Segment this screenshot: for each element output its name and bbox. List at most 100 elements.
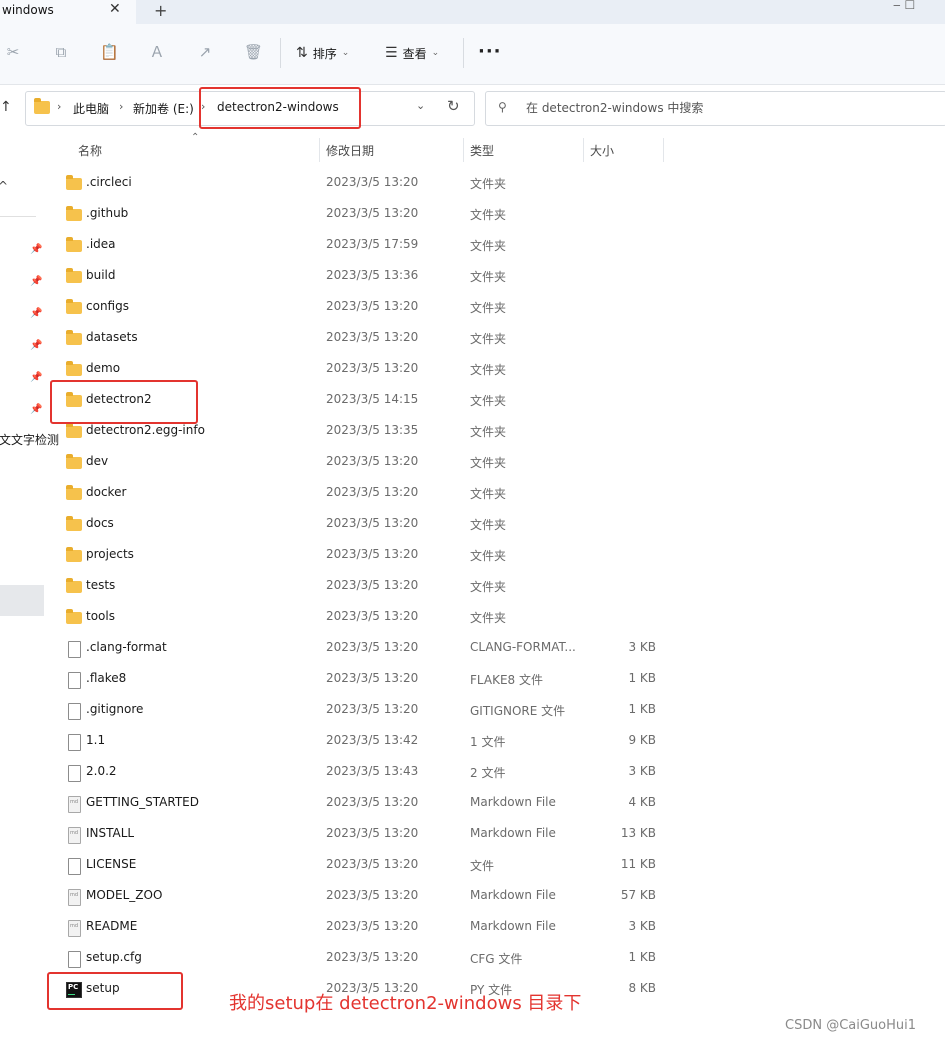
file-row[interactable]: projects 2023/3/5 13:20 文件夹 [46, 540, 945, 571]
collapse-caret-icon[interactable]: ^ [0, 179, 8, 193]
file-row[interactable]: 1.1 2023/3/5 13:42 1 文件 9 KB [46, 726, 945, 757]
file-row[interactable]: LICENSE 2023/3/5 13:20 文件 11 KB [46, 850, 945, 881]
up-arrow-icon[interactable]: ↑ [0, 99, 12, 115]
column-header-name[interactable]: 名称 [78, 142, 102, 159]
breadcrumb-current-folder[interactable]: detectron2-windows [217, 100, 339, 114]
file-type: Markdown File [470, 919, 556, 933]
folder-icon [66, 268, 82, 283]
file-row[interactable]: MODEL_ZOO 2023/3/5 13:20 Markdown File 57 K… [46, 881, 945, 912]
folder-icon [66, 423, 82, 438]
nav-item-selected[interactable] [0, 585, 44, 616]
file-row[interactable]: GETTING_STARTED 2023/3/5 13:20 Markdown Fi… [46, 788, 945, 819]
window-controls[interactable]: ‒ ☐ [893, 0, 915, 12]
file-size: 11 KB [620, 857, 656, 871]
file-row[interactable]: demo 2023/3/5 13:20 文件夹 [46, 354, 945, 385]
chevron-right-icon[interactable]: › [201, 100, 205, 113]
folder-icon [66, 206, 82, 221]
file-type: 文件夹 [470, 239, 507, 253]
navigation-pane: ^ 📌 📌 📌 📌 📌 📌 文文字检测 [0, 126, 59, 1041]
cut-icon[interactable]: ✂ [4, 43, 22, 61]
file-row[interactable]: .gitignore 2023/3/5 13:20 GITIGNORE 文件 1 KB [46, 695, 945, 726]
file-row[interactable]: INSTALL 2023/3/5 13:20 Markdown File 13 KB [46, 819, 945, 850]
sort-caret-icon: ⌃ [191, 132, 200, 143]
file-name: .gitignore [86, 702, 144, 716]
file-date: 2023/3/5 17:59 [326, 237, 419, 251]
search-input[interactable] [526, 98, 926, 118]
share-icon[interactable]: ↗ [196, 43, 214, 61]
breadcrumb-this-pc[interactable]: 此电脑 [73, 100, 109, 117]
file-date: 2023/3/5 13:20 [326, 609, 419, 623]
file-name: detectron2 [86, 392, 152, 406]
copy-icon[interactable]: ⧉ [52, 43, 70, 61]
file-type: 文件夹 [470, 549, 507, 563]
pin-icon[interactable]: 📌 [30, 372, 42, 383]
pin-icon[interactable]: 📌 [30, 308, 42, 319]
column-divider[interactable] [463, 138, 464, 162]
file-date: 2023/3/5 13:20 [326, 361, 419, 375]
file-row[interactable]: .circleci 2023/3/5 13:20 文件夹 [46, 168, 945, 199]
column-header-date[interactable]: 修改日期 [326, 142, 374, 159]
column-divider[interactable] [663, 138, 664, 162]
pin-icon[interactable]: 📌 [30, 276, 42, 287]
file-row[interactable]: build 2023/3/5 13:36 文件夹 [46, 261, 945, 292]
pin-icon[interactable]: 📌 [30, 244, 42, 255]
file-type: 文件夹 [470, 611, 507, 625]
file-row[interactable]: .github 2023/3/5 13:20 文件夹 [46, 199, 945, 230]
file-row[interactable]: configs 2023/3/5 13:20 文件夹 [46, 292, 945, 323]
view-icon: ☰ [385, 45, 398, 61]
file-row[interactable]: datasets 2023/3/5 13:20 文件夹 [46, 323, 945, 354]
file-row[interactable]: tests 2023/3/5 13:20 文件夹 [46, 571, 945, 602]
breadcrumb-drive-e[interactable]: 新加卷 (E:) [133, 100, 194, 117]
column-header-size[interactable]: 大小 [590, 142, 614, 159]
folder-icon [66, 361, 82, 376]
file-row[interactable]: .clang-format 2023/3/5 13:20 CLANG-FORMAT.… [46, 633, 945, 664]
file-name: LICENSE [86, 857, 137, 871]
column-header-type[interactable]: 类型 [470, 142, 494, 159]
view-label: 查看 [402, 46, 427, 61]
file-name: detectron2.egg-info [86, 423, 205, 437]
file-row[interactable]: detectron2 2023/3/5 14:15 文件夹 [46, 385, 945, 416]
chevron-right-icon[interactable]: › [57, 100, 61, 113]
file-size: 8 KB [628, 981, 656, 995]
folder-icon [66, 392, 82, 407]
more-options-button[interactable]: ··· [478, 41, 502, 62]
view-button[interactable]: ☰ 查看 ⌄ [385, 42, 439, 64]
tab-title: windows [2, 3, 54, 17]
rename-icon[interactable]: Ａ [148, 43, 166, 61]
file-row[interactable]: dev 2023/3/5 13:20 文件夹 [46, 447, 945, 478]
file-row[interactable]: setup.cfg 2023/3/5 13:20 CFG 文件 1 KB [46, 943, 945, 974]
file-list: ⌃ 名称 修改日期 类型 大小 .circleci 2023/3/5 13:20 文… [46, 126, 945, 1041]
file-name: datasets [86, 330, 138, 344]
address-bar[interactable]: › 此电脑 › 新加卷 (E:) › detectron2-windows ⌄ … [25, 91, 475, 126]
file-type: 文件夹 [470, 208, 507, 222]
tab-close-icon[interactable]: ✕ [109, 1, 121, 17]
column-divider[interactable] [583, 138, 584, 162]
file-icon [68, 734, 81, 751]
file-date: 2023/3/5 13:20 [326, 516, 419, 530]
file-row[interactable]: docker 2023/3/5 13:20 文件夹 [46, 478, 945, 509]
sort-button[interactable]: ⇅ 排序 ⌄ [296, 42, 349, 64]
file-row[interactable]: docs 2023/3/5 13:20 文件夹 [46, 509, 945, 540]
paste-icon[interactable]: 📋 [100, 43, 119, 61]
file-name: setup.cfg [86, 950, 142, 964]
pin-icon[interactable]: 📌 [30, 340, 42, 351]
delete-icon[interactable]: 🗑 [244, 43, 263, 61]
column-divider[interactable] [319, 138, 320, 162]
new-tab-icon[interactable]: + [154, 1, 167, 20]
watermark: CSDN @CaiGuoHui1 [785, 1018, 917, 1033]
pin-icon[interactable]: 📌 [30, 404, 42, 415]
file-row[interactable]: tools 2023/3/5 13:20 文件夹 [46, 602, 945, 633]
search-box[interactable]: ⚲ [485, 91, 945, 126]
folder-icon [66, 175, 82, 190]
file-row[interactable]: .idea 2023/3/5 17:59 文件夹 [46, 230, 945, 261]
tab-active[interactable]: windows ✕ [0, 0, 136, 24]
file-name: build [86, 268, 116, 282]
file-row[interactable]: README 2023/3/5 13:20 Markdown File 3 KB [46, 912, 945, 943]
chevron-down-icon[interactable]: ⌄ [416, 99, 425, 112]
file-row[interactable]: 2.0.2 2023/3/5 13:43 2 文件 3 KB [46, 757, 945, 788]
chevron-right-icon[interactable]: › [119, 100, 123, 113]
file-row[interactable]: detectron2.egg-info 2023/3/5 13:35 文件夹 [46, 416, 945, 447]
folder-icon [66, 609, 82, 624]
file-row[interactable]: .flake8 2023/3/5 13:20 FLAKE8 文件 1 KB [46, 664, 945, 695]
refresh-icon[interactable]: ↻ [447, 97, 460, 115]
